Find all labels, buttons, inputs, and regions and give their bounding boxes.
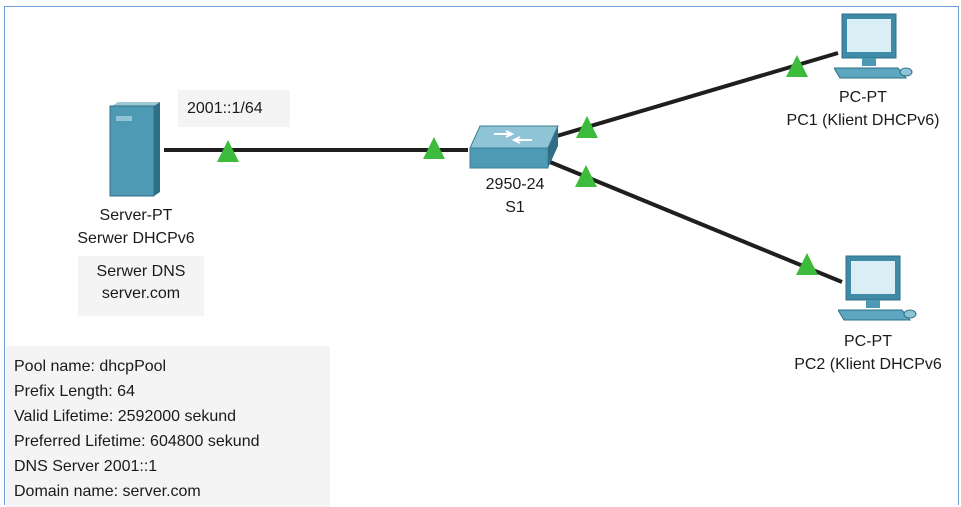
dns-note-line1: Serwer DNS — [96, 263, 186, 280]
server-name-label: Serwer DHCPv6 — [77, 230, 195, 247]
link-up-indicator — [576, 116, 598, 138]
pc1-model-label: PC-PT — [839, 89, 887, 106]
pool-info-note[interactable]: Pool name: dhcpPool Prefix Length: 64 Va… — [6, 346, 330, 507]
switch-icon[interactable] — [466, 124, 560, 172]
pool-info-line: Valid Lifetime: 2592000 sekund — [14, 408, 237, 425]
pool-info-line: Preferred Lifetime: 604800 sekund — [14, 433, 260, 450]
pc2-name-label: PC2 (Klient DHCPv6 — [794, 356, 942, 373]
ip-note[interactable]: 2001::1/64 — [178, 90, 290, 127]
pc-icon[interactable] — [838, 254, 918, 324]
pool-info-line: Prefix Length: 64 — [14, 383, 135, 400]
link-up-indicator — [575, 165, 597, 187]
pool-info-line: Pool name: dhcpPool — [14, 358, 167, 375]
dns-note[interactable]: Serwer DNS server.com — [78, 256, 204, 316]
pool-info-line: Domain name: server.com — [14, 483, 201, 500]
pc1-name-label: PC1 (Klient DHCPv6) — [786, 112, 940, 129]
server-icon[interactable] — [104, 102, 162, 198]
dns-note-line2: server.com — [101, 285, 181, 302]
switch-model-label: 2950-24 — [485, 176, 545, 193]
pc2-model-label: PC-PT — [844, 333, 892, 350]
switch-name-label: S1 — [505, 199, 525, 216]
pool-info-line: DNS Server 2001::1 — [14, 458, 158, 475]
link-switch-pc2[interactable] — [549, 160, 843, 284]
topology-canvas: 2001::1/64 Serwer DNS server.com Pool na… — [0, 0, 961, 507]
pc-icon[interactable] — [834, 12, 914, 82]
server-ip-label: 2001::1/64 — [187, 100, 263, 117]
server-model-label: Server-PT — [99, 207, 173, 224]
